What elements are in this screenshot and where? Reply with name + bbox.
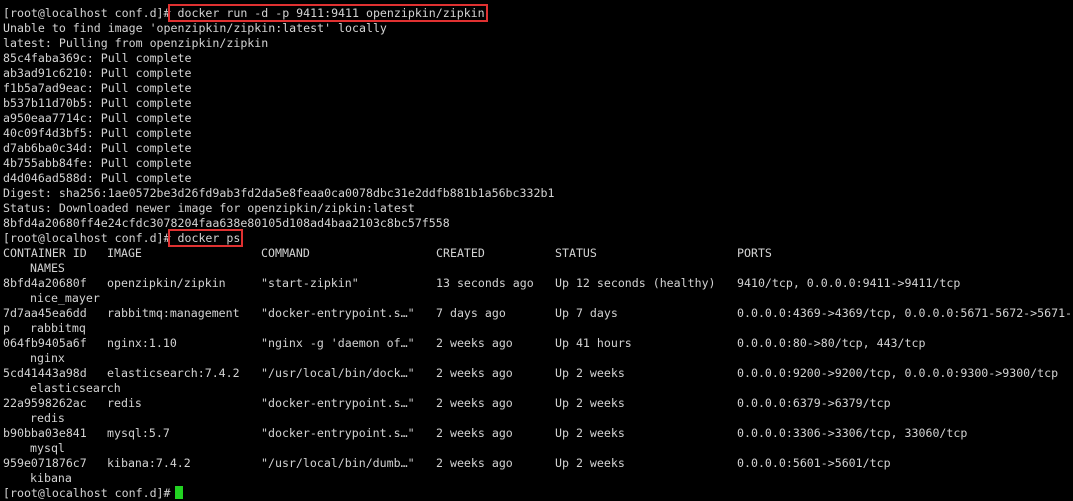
table-cell-image: nginx:1.10 [107,336,177,350]
output-line: Status: Downloaded newer image for openz… [3,201,415,216]
table-cell-id: 5cd41443a98d [3,366,87,380]
table-cell-name: nice_mayer [30,291,100,305]
table-cell-created: 2 weeks ago [436,366,513,380]
table-cell-ports: 9410/tcp, 0.0.0.0:9411->9411/tcp [737,276,961,290]
table-header-status: STATUS [555,246,597,260]
table-cell-ports: 0.0.0.0:5601->5601/tcp [737,456,891,470]
table-cell-ports: 0.0.0.0:3306->3306/tcp, 33060/tcp [737,426,968,440]
table-cell-id: b90bba03e841 [3,426,87,440]
output-line: ab3ad91c6210: Pull complete [3,66,191,81]
table-cell-ports: 0.0.0.0:80->80/tcp, 443/tcp [737,336,926,350]
cursor-icon [174,486,183,499]
output-text: ab3ad91c6210: Pull complete [3,66,192,80]
command-line-ps: [root@localhost conf.d]# docker ps [3,231,240,246]
table-cell-id: 959e071876c7 [3,456,87,470]
output-text: 4b755abb84fe: Pull complete [3,156,192,170]
output-text: 40c09f4d3bf5: Pull complete [3,126,192,140]
table-cell-created: 2 weeks ago [436,336,513,350]
terminal-window[interactable]: [root@localhost conf.d]# docker run -d -… [0,0,1073,501]
table-cell-id: 7d7aa45ea6dd [3,306,87,320]
table-header-container-id: CONTAINER ID [3,246,87,260]
table-cell-name: kibana [30,471,72,485]
table-cell-status: Up 41 hours [555,336,632,350]
table-header-image: IMAGE [107,246,142,260]
shell-prompt: [root@localhost conf.d]# [3,231,171,245]
table-cell-created: 2 weeks ago [436,456,513,470]
output-line: 85c4faba369c: Pull complete [3,51,191,66]
table-cell-image: openzipkin/zipkin [107,276,226,290]
table-cell-status: Up 2 weeks [555,426,625,440]
output-line: 8bfd4a20680ff4e24cfdc3078204faa638e80105… [3,216,450,231]
table-cell-command: "/usr/local/bin/dumb…" [261,456,415,470]
table-cell-command: "docker-entrypoint.s…" [261,306,415,320]
table-header-ports: PORTS [737,246,772,260]
table-cell-command: "start-zipkin" [261,276,359,290]
output-line: f1b5a7ad9eac: Pull complete [3,81,191,96]
shell-prompt: [root@localhost conf.d]# [3,6,171,20]
output-line: a950eaa7714c: Pull complete [3,111,191,126]
output-line: b537b11d70b5: Pull complete [3,96,191,111]
output-line: latest: Pulling from openzipkin/zipkin [3,36,268,51]
table-cell-status: Up 12 seconds (healthy) [555,276,716,290]
table-cell-image: kibana:7.4.2 [107,456,191,470]
output-text: b537b11d70b5: Pull complete [3,96,192,110]
table-cell-command: "/usr/local/bin/dock…" [261,366,415,380]
output-text: latest: Pulling from openzipkin/zipkin [3,36,269,50]
output-text: d4d046ad588d: Pull complete [3,171,192,185]
table-cell-ports: 0.0.0.0:9200->9200/tcp, 0.0.0.0:9300->93… [737,366,1059,380]
table-header-created: CREATED [436,246,485,260]
output-text: 85c4faba369c: Pull complete [3,51,192,65]
table-cell-name: mysql [30,441,65,455]
table-cell-status: Up 7 days [555,306,618,320]
output-text: d7ab6ba0c34d: Pull complete [3,141,192,155]
shell-prompt: [root@localhost conf.d]# [3,486,171,500]
table-cell-name: rabbitmq [30,321,86,335]
table-cell-ports: 0.0.0.0:4369->4369/tcp, 0.0.0.0:5671-567… [737,306,1073,320]
table-cell-id: 22a9598262ac [3,396,87,410]
table-cell-status: Up 2 weeks [555,396,625,410]
output-text: f1b5a7ad9eac: Pull complete [3,81,192,95]
output-line: 4b755abb84fe: Pull complete [3,156,191,171]
table-cell-ports: 0.0.0.0:6379->6379/tcp [737,396,891,410]
table-cell-created: 2 weeks ago [436,396,513,410]
table-cell-created: 7 days ago [436,306,506,320]
output-text: 8bfd4a20680ff4e24cfdc3078204faa638e80105… [3,216,450,230]
table-cell-command: "docker-entrypoint.s…" [261,426,415,440]
table-cell-name: nginx [30,351,65,365]
table-cell-created: 13 seconds ago [436,276,534,290]
output-text: Status: Downloaded newer image for openz… [3,201,415,215]
output-line: Unable to find image 'openzipkin/zipkin:… [3,21,387,36]
table-cell-name: redis [30,411,65,425]
command-text-ps[interactable]: docker ps [171,231,241,245]
table-cell-id: 8bfd4a20680f [3,276,87,290]
table-cell-image: redis [107,396,142,410]
table-cell-id: 064fb9405a6f [3,336,87,350]
output-text: a950eaa7714c: Pull complete [3,111,192,125]
output-line: 40c09f4d3bf5: Pull complete [3,126,191,141]
output-line: d4d046ad588d: Pull complete [3,171,191,186]
table-header-command: COMMAND [261,246,310,260]
table-cell-command: "docker-entrypoint.s…" [261,396,415,410]
table-cell-command: "nginx -g 'daemon of…" [261,336,415,350]
table-cell-image: elasticsearch:7.4.2 [107,366,240,380]
command-text-run[interactable]: docker run -d -p 9411:9411 openzipkin/zi… [171,6,485,20]
table-cell-wrap: p [3,321,10,335]
table-cell-status: Up 2 weeks [555,456,625,470]
table-cell-image: rabbitmq:management [107,306,240,320]
table-header-names: NAMES [30,261,65,275]
output-line: d7ab6ba0c34d: Pull complete [3,141,191,156]
table-cell-image: mysql:5.7 [107,426,170,440]
table-cell-created: 2 weeks ago [436,426,513,440]
output-text: Digest: sha256:1ae0572be3d26fd9ab3fd2da5… [3,186,555,200]
table-cell-status: Up 2 weeks [555,366,625,380]
command-line-run: [root@localhost conf.d]# docker run -d -… [3,6,485,21]
output-line: Digest: sha256:1ae0572be3d26fd9ab3fd2da5… [3,186,554,201]
command-line-current: [root@localhost conf.d]# [3,486,183,501]
table-cell-name: elasticsearch [30,381,121,395]
output-text: Unable to find image 'openzipkin/zipkin:… [3,21,387,35]
